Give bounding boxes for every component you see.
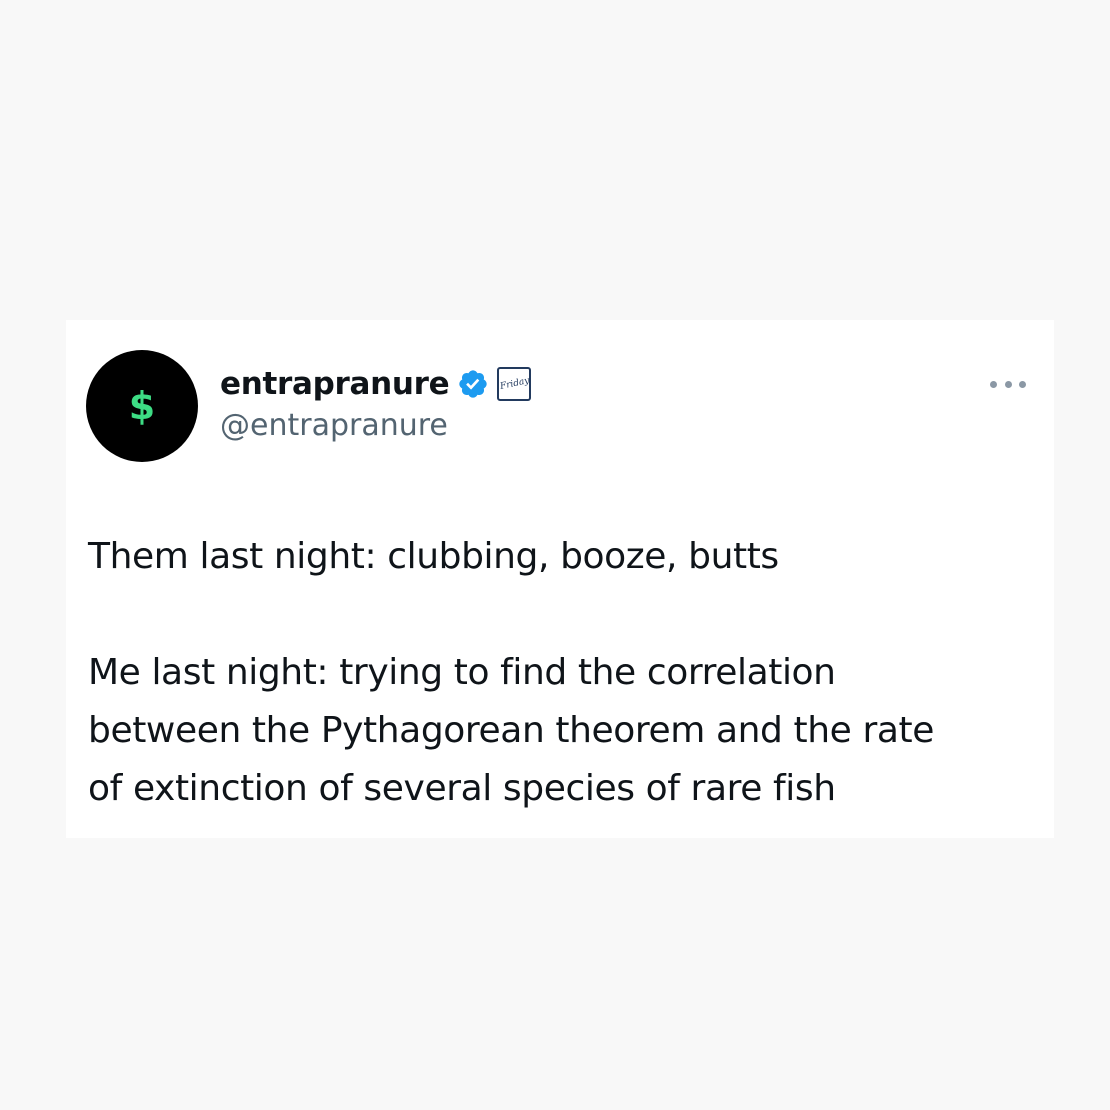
paragraph-break [88,586,1028,644]
tweet-text: Them last night: clubbing, booze, butts … [88,528,1028,818]
tweet-text-line: of extinction of several species of rare… [88,768,836,809]
tweet-text-line: Me last night: trying to find the correl… [88,652,836,693]
name-row: entrapranure Friday [220,362,532,406]
tweet-text-line: Them last night: clubbing, booze, butts [88,536,779,577]
tweet-card[interactable]: $ entrapranure Friday @entrapranure Them… [66,320,1054,838]
tweet-text-line: between the Pythagorean theorem and the … [88,710,934,751]
affiliate-badge-icon[interactable]: Friday [497,367,532,401]
affiliate-badge-label: Friday [498,376,530,392]
more-horizontal-icon [990,380,997,388]
dollar-sign-icon: $ [128,384,156,428]
avatar[interactable]: $ [86,350,198,462]
handle[interactable]: @entrapranure [220,408,531,443]
tweet-header: entrapranure Friday @entrapranure [220,362,532,443]
more-horizontal-icon-dot [1019,380,1026,388]
more-options-button[interactable] [990,372,1026,396]
display-name[interactable]: entrapranure [220,366,450,402]
more-horizontal-icon-dot [1004,380,1012,388]
verified-badge-icon[interactable] [457,368,489,400]
